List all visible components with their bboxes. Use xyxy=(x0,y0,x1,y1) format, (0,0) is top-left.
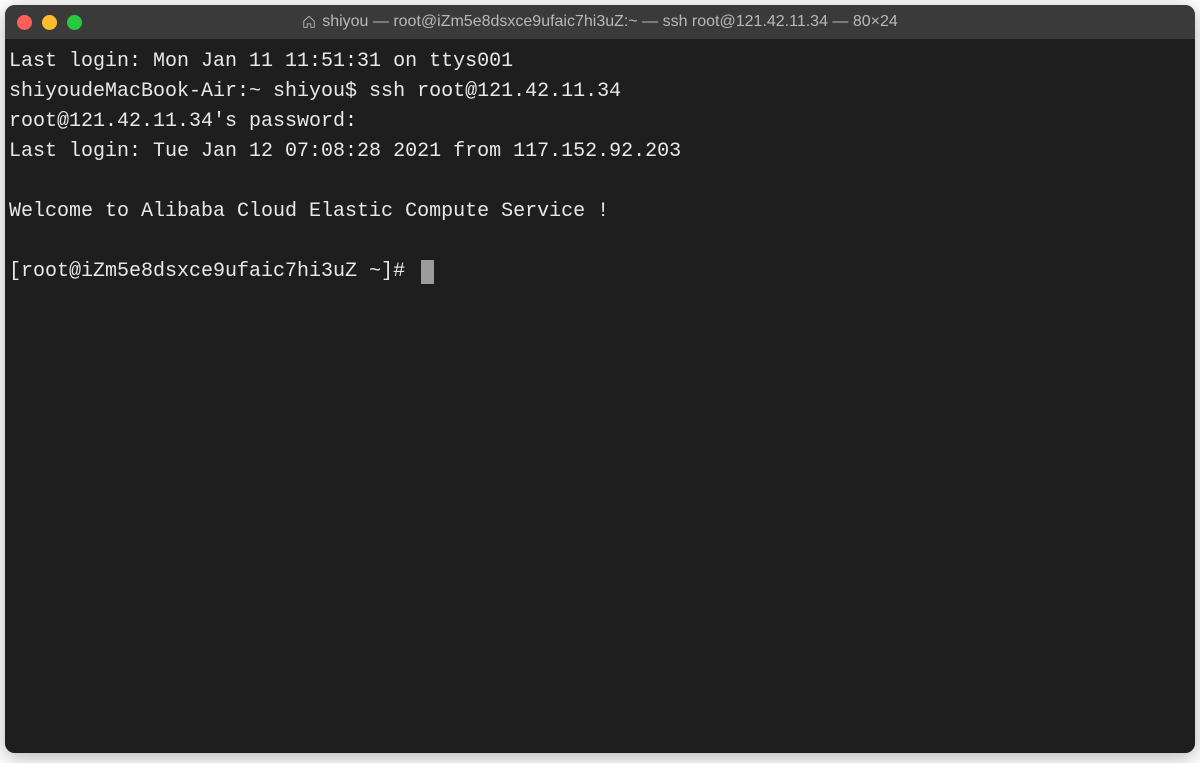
window-title-text: shiyou — root@iZm5e8dsxce9ufaic7hi3uZ:~ … xyxy=(322,13,898,31)
home-icon xyxy=(302,15,316,29)
terminal-line: Last login: Tue Jan 12 07:08:28 2021 fro… xyxy=(9,137,1191,167)
close-button[interactable] xyxy=(17,15,32,30)
window-title: shiyou — root@iZm5e8dsxce9ufaic7hi3uZ:~ … xyxy=(5,13,1195,31)
terminal-blank-line xyxy=(9,167,1191,197)
terminal-line: root@121.42.11.34's password: xyxy=(9,107,1191,137)
terminal-line: Last login: Mon Jan 11 11:51:31 on ttys0… xyxy=(9,47,1191,77)
minimize-button[interactable] xyxy=(42,15,57,30)
traffic-lights xyxy=(17,15,82,30)
terminal-blank-line xyxy=(9,227,1191,257)
maximize-button[interactable] xyxy=(67,15,82,30)
terminal-window: shiyou — root@iZm5e8dsxce9ufaic7hi3uZ:~ … xyxy=(5,5,1195,753)
terminal-prompt-line[interactable]: [root@iZm5e8dsxce9ufaic7hi3uZ ~]# xyxy=(9,257,1191,287)
cursor xyxy=(421,260,434,284)
terminal-line: shiyoudeMacBook-Air:~ shiyou$ ssh root@1… xyxy=(9,77,1191,107)
terminal-prompt: [root@iZm5e8dsxce9ufaic7hi3uZ ~]# xyxy=(9,257,417,287)
terminal-body[interactable]: Last login: Mon Jan 11 11:51:31 on ttys0… xyxy=(5,39,1195,753)
terminal-line: Welcome to Alibaba Cloud Elastic Compute… xyxy=(9,197,1191,227)
title-bar: shiyou — root@iZm5e8dsxce9ufaic7hi3uZ:~ … xyxy=(5,5,1195,39)
